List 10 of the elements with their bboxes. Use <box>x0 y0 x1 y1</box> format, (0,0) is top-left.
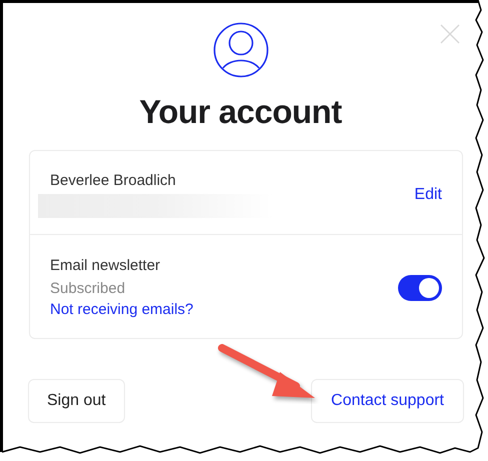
contact-support-button[interactable]: Contact support <box>311 379 464 423</box>
subscription-status: Subscribed <box>50 279 126 299</box>
help-link[interactable]: Not receiving emails? <box>50 299 194 320</box>
newsletter-toggle[interactable] <box>398 274 442 300</box>
edit-link[interactable]: Edit <box>414 182 442 206</box>
user-avatar-icon <box>212 22 268 78</box>
sign-out-button[interactable]: Sign out <box>28 379 125 423</box>
account-name: Beverlee Broadlich <box>50 171 177 191</box>
newsletter-label: Email newsletter <box>50 256 162 276</box>
dialog-title: Your account <box>139 92 342 132</box>
